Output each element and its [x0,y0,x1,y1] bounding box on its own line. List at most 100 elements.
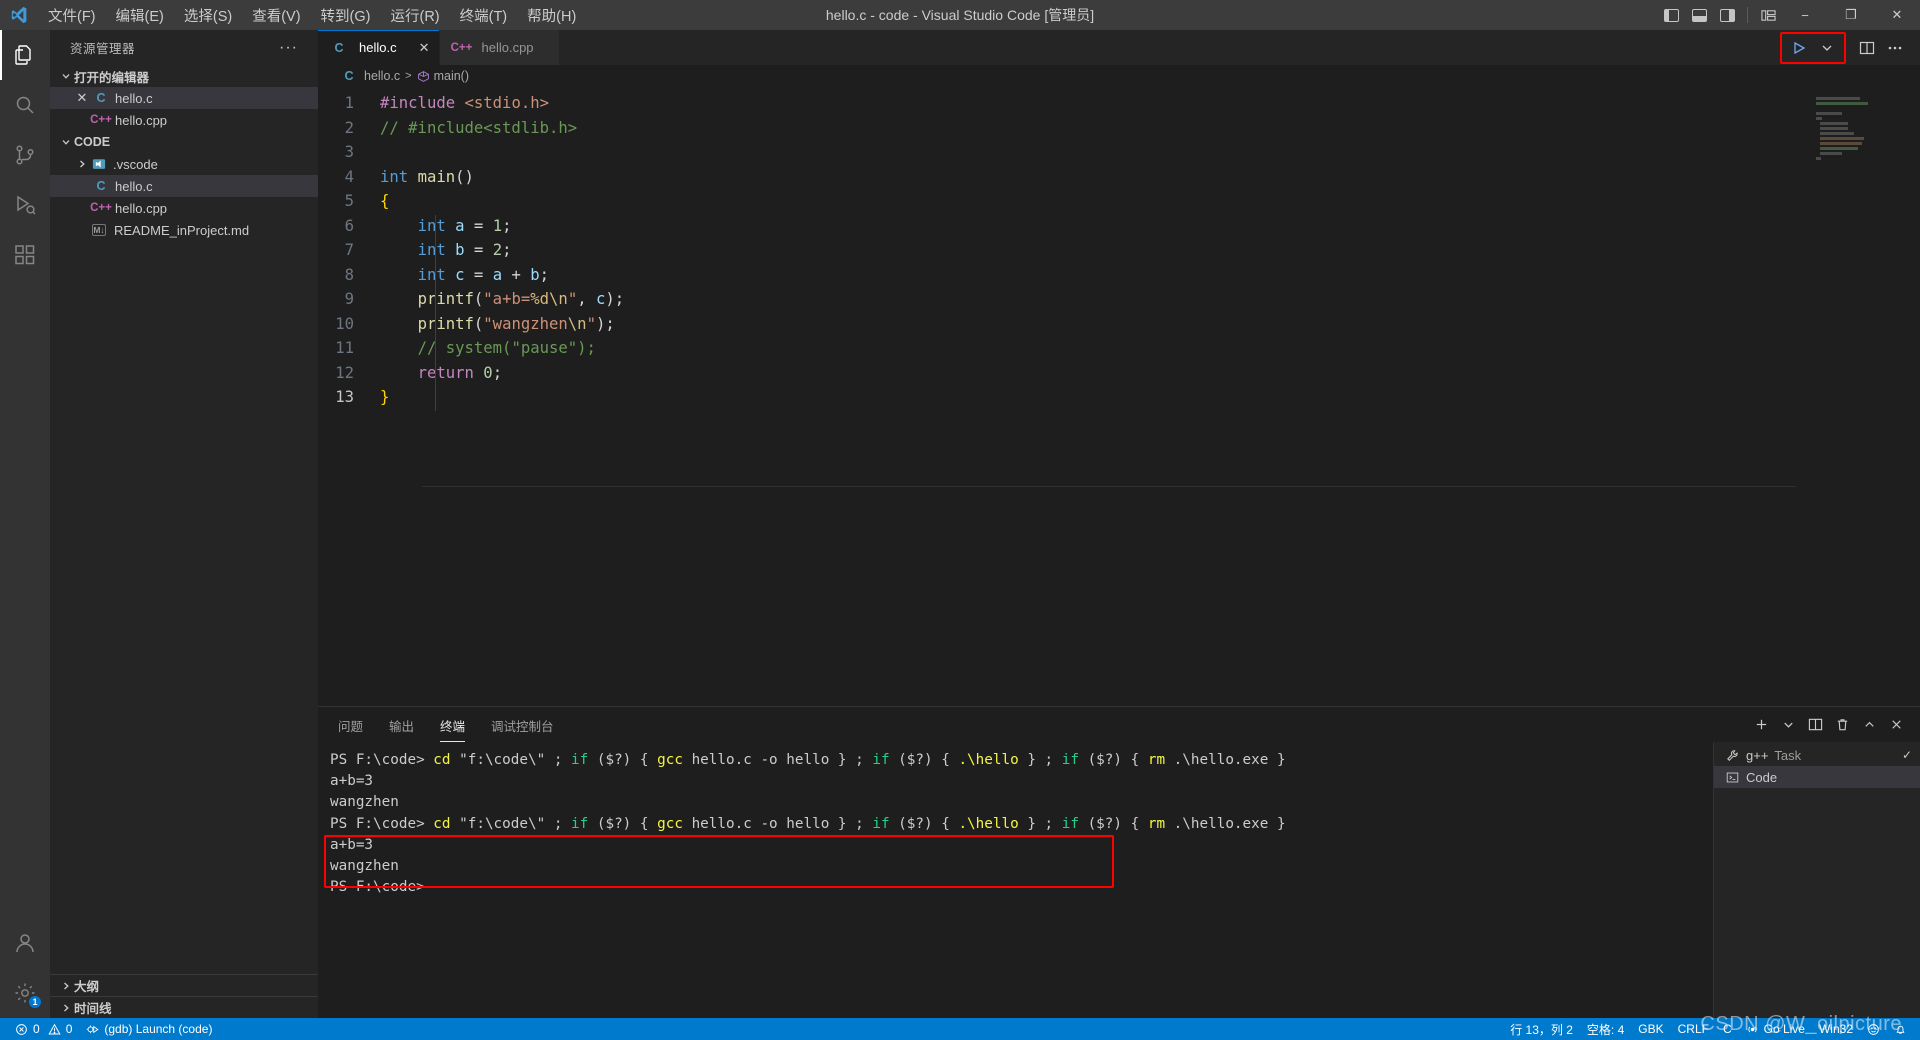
vscode-window: 文件(F) 编辑(E) 选择(S) 查看(V) 转到(G) 运行(R) 终端(T… [0,0,1920,1040]
status-problems[interactable]: 0 0 [8,1018,79,1040]
indent-guide [435,215,436,411]
close-icon[interactable]: ✕ [74,90,90,106]
tree-item-hello-c[interactable]: C hello.c [50,175,318,197]
tree-item-readme[interactable]: M↓ README_inProject.md [50,219,318,241]
terminal-segment: hello.c [691,815,761,832]
activitybar-item-run-and-debug[interactable] [0,180,50,230]
customize-layout-icon[interactable] [1754,0,1782,30]
breadcrumb-file[interactable]: C hello.c [340,69,400,83]
run-play-icon[interactable] [1786,35,1812,61]
activitybar-item-manage[interactable]: 1 [0,968,50,1018]
editor-more-actions-ellipsis-icon[interactable] [1882,35,1908,61]
menu-selection[interactable]: 选择(S) [174,1,242,30]
status-encoding[interactable]: GBK [1631,1018,1670,1040]
terminal-segment: .\hello.exe } [1173,752,1286,768]
bottom-panel: 问题 输出 终端 调试控制台 PS F:\code> cd "f:\code\"… [318,706,1920,1018]
terminal-output[interactable]: PS F:\code> cd "f:\code\" ; if ($?) { gc… [318,742,1713,1018]
line-number: 3 [344,143,354,161]
toggle-secondary-sidebar-icon[interactable] [1713,0,1741,30]
menu-view[interactable]: 查看(V) [242,1,310,30]
tab-close-icon[interactable]: ✕ [403,40,430,56]
menu-go[interactable]: 转到(G) [311,1,381,30]
split-terminal-icon[interactable] [1803,713,1827,737]
section-open-editors[interactable]: 打开的编辑器 [50,65,318,87]
menu-run[interactable]: 运行(R) [380,1,449,30]
terminal-segment: } ; [1027,815,1062,832]
kill-terminal-trash-icon[interactable] [1830,713,1854,737]
maximize-button[interactable]: ❐ [1828,0,1874,30]
activitybar-item-accounts[interactable] [0,918,50,968]
terminal-segment: PS F:\code> [330,879,425,896]
status-indentation[interactable]: 空格: 4 [1580,1018,1631,1040]
status-notifications[interactable] [1887,1018,1914,1040]
terminal-segment: rm [1147,815,1174,832]
bell-icon [1894,1023,1907,1036]
status-launch-config[interactable]: (gdb) Launch (code) [79,1018,219,1040]
tree-item-label: hello.c [115,178,153,194]
toggle-primary-sidebar-icon[interactable] [1657,0,1685,30]
panel-tab-debug-console[interactable]: 调试控制台 [491,708,554,742]
activitybar-item-source-control[interactable] [0,130,50,180]
minimap[interactable] [1810,87,1906,706]
terminal-segment: if [872,815,899,832]
activitybar-item-extensions[interactable] [0,230,50,280]
open-editor-hello-cpp[interactable]: C++ hello.cpp [50,109,318,131]
status-bar: 0 0 (gdb) Launch (code) 行 13，列 2 空格: 4 G… [0,1013,1920,1040]
status-feedback[interactable] [1860,1018,1887,1040]
panel-tab-problems[interactable]: 问题 [338,708,363,742]
activitybar-item-explorer[interactable] [0,30,50,80]
activitybar-item-search[interactable] [0,80,50,130]
cpp-file-icon: C++ [90,114,112,126]
tab-hello-cpp[interactable]: C++ hello.cpp [440,30,561,65]
open-editor-label: hello.cpp [115,112,168,128]
close-button[interactable]: ✕ [1874,0,1920,30]
tab-label: hello.c [359,40,397,55]
tree-item-vscode-folder[interactable]: .vscode [50,153,318,175]
editor-vertical-scrollbar[interactable] [1906,87,1920,706]
menu-edit[interactable]: 编辑(E) [106,1,174,30]
close-panel-close-icon[interactable] [1884,713,1908,737]
c-file-icon: C [334,40,344,55]
panel-tab-output[interactable]: 输出 [389,708,414,742]
menu-terminal[interactable]: 终端(T) [450,1,518,30]
status-platform[interactable]: Win32 [1812,1018,1860,1040]
menu-help[interactable]: 帮助(H) [517,1,586,30]
minimize-button[interactable]: − [1782,0,1828,30]
menu-file[interactable]: 文件(F) [38,1,106,30]
terminal-segment: wangzhen [330,794,399,811]
go-live-label: Go Live [1763,1022,1805,1036]
run-dropdown-chevron-down-icon[interactable] [1814,35,1840,61]
warning-icon [48,1023,61,1036]
status-bar-right: 行 13，列 2 空格: 4 GBK CRLF C Go Live Win32 [1503,1018,1920,1040]
code-editor[interactable]: 1 #include <stdio.h> 2// #include<stdlib.… [318,87,1920,706]
terminal-list-item-gpp-task[interactable]: g++ Task ✓ [1714,744,1920,766]
line-number: 11 [335,339,354,357]
toggle-panel-icon[interactable] [1685,0,1713,30]
terminal-dropdown-chevron-down-icon[interactable] [1776,713,1800,737]
new-terminal-plus-icon[interactable] [1749,713,1773,737]
sidebar-more-actions-icon[interactable]: ··· [279,39,298,55]
status-cursor-position[interactable]: 行 13，列 2 [1503,1018,1580,1040]
chevron-right-icon [74,159,90,169]
editor-action-bar [1780,30,1920,65]
split-editor-icon[interactable] [1854,35,1880,61]
tree-item-hello-cpp[interactable]: C++ hello.cpp [50,197,318,219]
section-folder-code[interactable]: CODE [50,131,318,153]
code-content[interactable]: 1 #include <stdio.h> 2// #include<stdlib.… [318,87,1920,410]
terminal-segment: if [1061,752,1088,768]
terminal-list-item-code[interactable]: Code [1714,766,1920,788]
status-eol[interactable]: CRLF [1671,1018,1716,1040]
panel-tab-terminal[interactable]: 终端 [440,708,466,742]
status-language-mode[interactable]: C [1716,1018,1739,1040]
breadcrumb-symbol[interactable]: main() [417,69,469,83]
maximize-panel-chevron-up-icon[interactable] [1857,713,1881,737]
section-timeline[interactable]: 时间线 [50,996,318,1018]
status-go-live[interactable]: Go Live [1739,1018,1812,1040]
chevron-right-icon [58,1003,74,1013]
tab-hello-c[interactable]: C hello.c ✕ [318,30,441,65]
terminal-segment: a+b=3 [330,773,374,790]
section-outline[interactable]: 大纲 [50,974,318,996]
chevron-right-icon [58,981,74,991]
open-editor-hello-c[interactable]: ✕ C hello.c [50,87,318,109]
editor-tab-bar: C hello.c ✕ C++ hello.cpp [318,30,1920,65]
